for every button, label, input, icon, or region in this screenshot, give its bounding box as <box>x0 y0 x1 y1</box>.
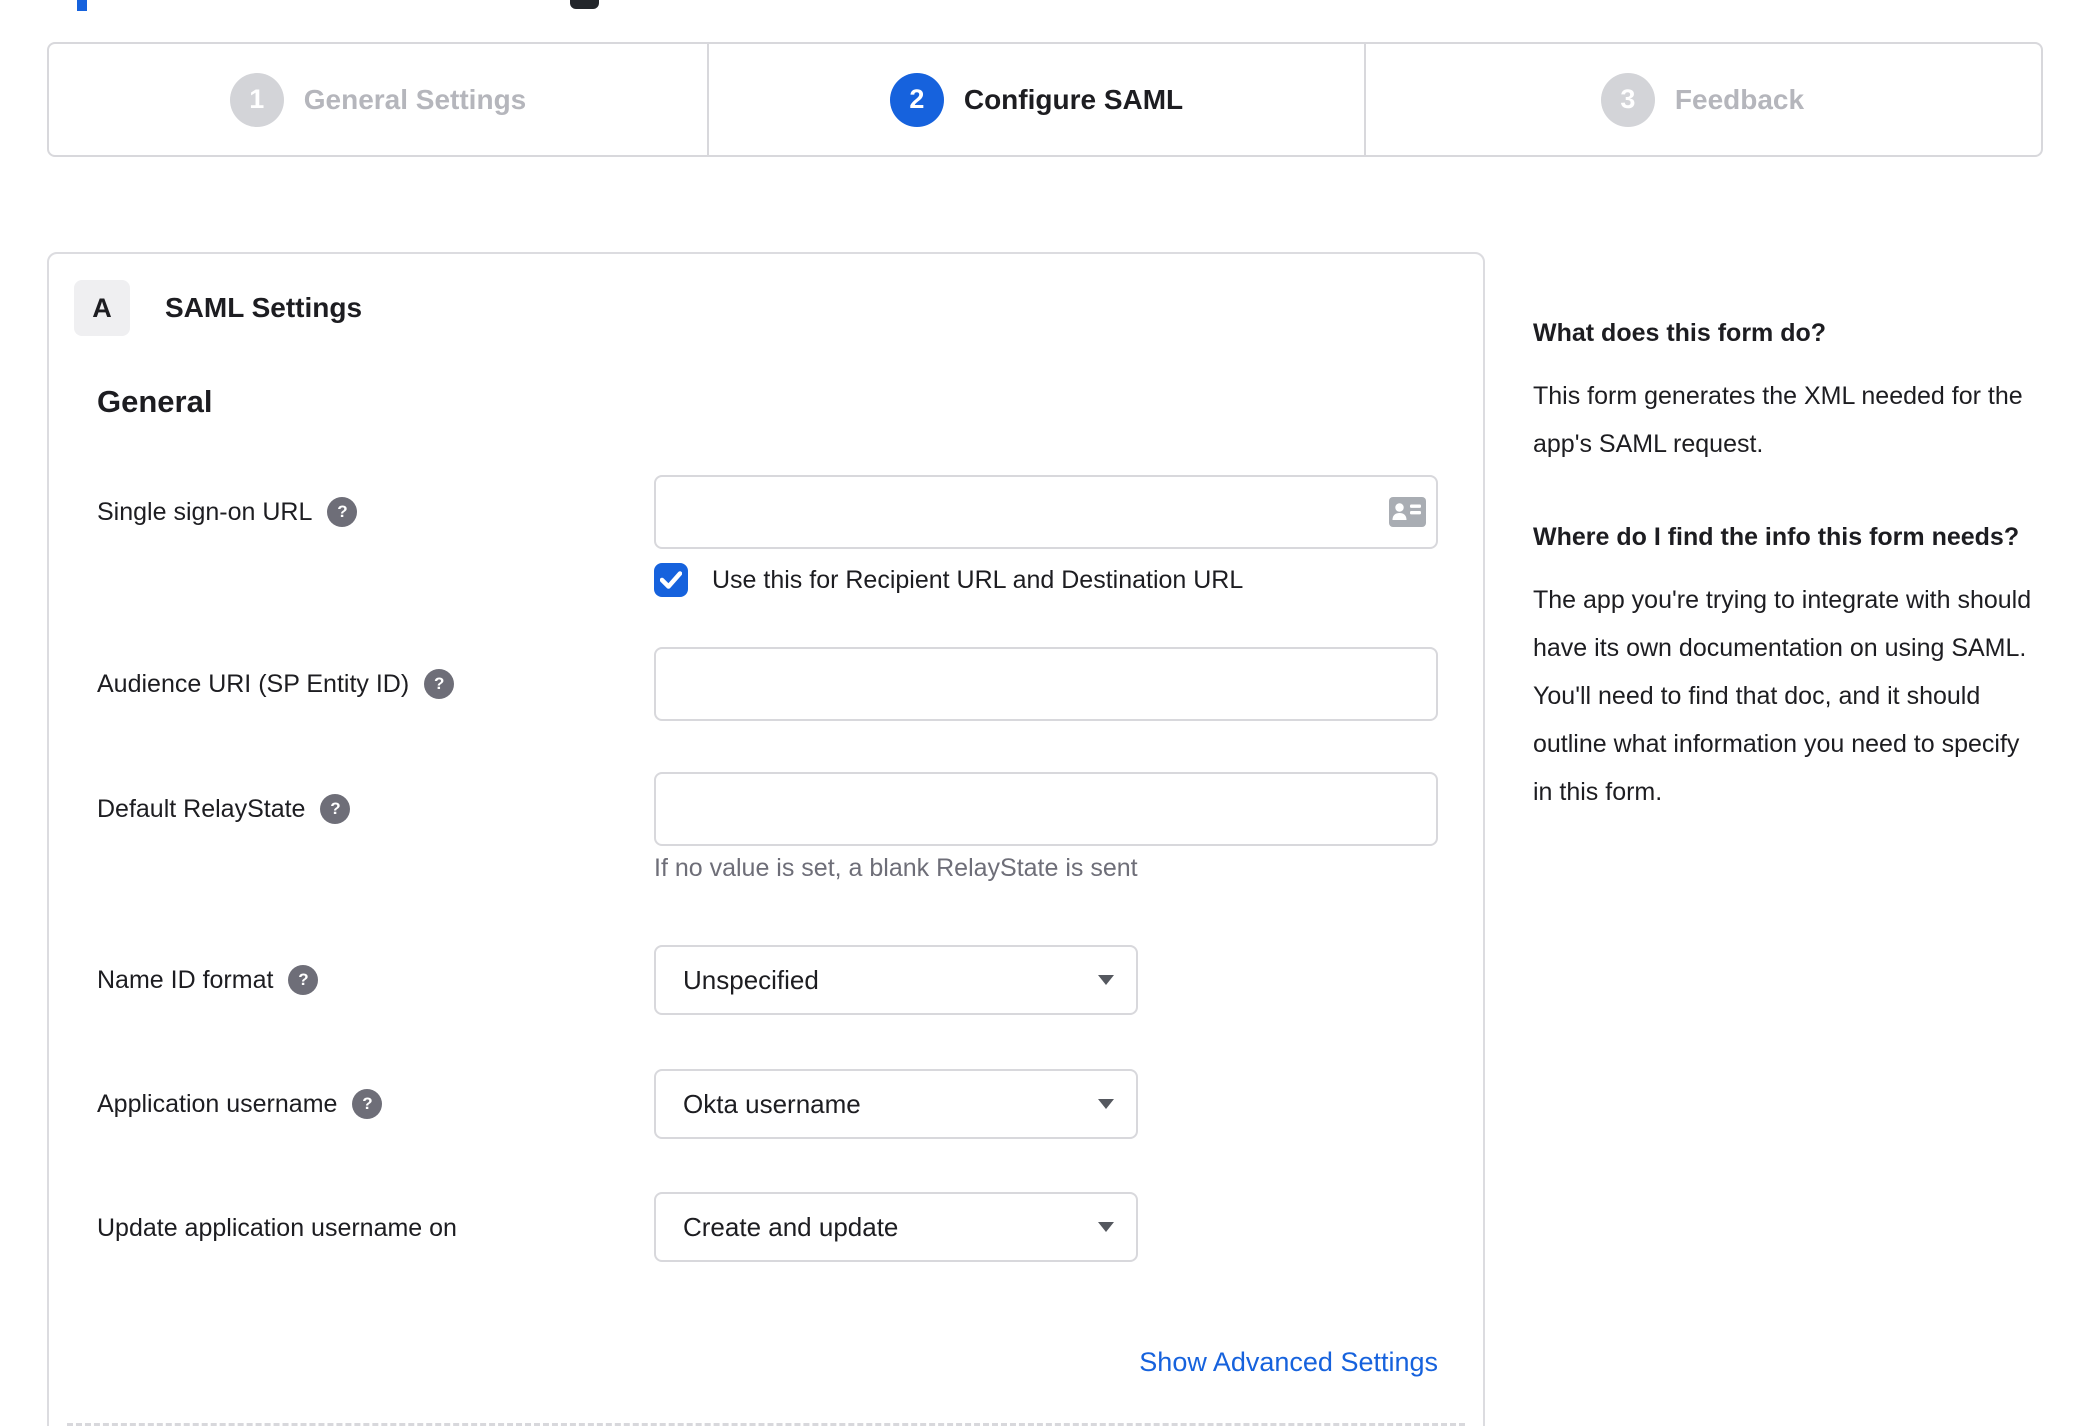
application-username-value: Okta username <box>683 1088 861 1119</box>
step-general-settings[interactable]: 1 General Settings <box>49 44 707 155</box>
name-id-format-value: Unspecified <box>683 964 819 995</box>
update-username-on-value: Create and update <box>683 1211 899 1242</box>
help-body-2: The app you're trying to integrate with … <box>1533 586 2032 806</box>
relaystate-helper-text: If no value is set, a blank RelayState i… <box>654 854 1138 882</box>
step-feedback[interactable]: 3 Feedback <box>1364 44 2039 155</box>
audience-uri-label-text: Audience URI (SP Entity ID) <box>97 669 410 698</box>
default-relaystate-help-icon[interactable]: ? <box>320 794 351 824</box>
application-username-help-icon[interactable]: ? <box>352 1089 383 1119</box>
checkmark-icon <box>660 571 682 589</box>
recipient-url-checkbox-row: Use this for Recipient URL and Destinati… <box>49 563 1483 597</box>
recipient-url-checkbox-label: Use this for Recipient URL and Destinati… <box>712 565 1244 594</box>
section-a-badge: A <box>74 280 130 336</box>
step-3-number-badge: 3 <box>1600 72 1655 127</box>
name-id-format-row: Name ID format ? Unspecified <box>49 945 1483 1015</box>
step-2-label: Configure SAML <box>963 83 1184 115</box>
sso-url-help-icon[interactable]: ? <box>327 497 358 527</box>
step-3-label: Feedback <box>1674 83 1805 115</box>
chevron-down-icon <box>1098 1099 1114 1109</box>
cut-off-blue-header-fragment <box>77 0 87 11</box>
use-for-recipient-url-checkbox[interactable] <box>654 563 688 597</box>
update-username-on-row: Update application username on Create an… <box>49 1192 1483 1264</box>
sso-url-label: Single sign-on URL ? <box>97 475 358 549</box>
audience-uri-row: Audience URI (SP Entity ID) ? <box>49 647 1483 721</box>
step-2-number-badge: 2 <box>889 72 944 127</box>
name-id-format-select[interactable]: Unspecified <box>654 945 1138 1015</box>
audience-uri-label: Audience URI (SP Entity ID) ? <box>97 647 455 721</box>
sso-url-label-text: Single sign-on URL <box>97 497 313 526</box>
chevron-down-icon <box>1098 1222 1114 1232</box>
contact-card-icon <box>1389 497 1426 527</box>
sso-url-row: Single sign-on URL ? <box>49 475 1483 549</box>
help-body-1: This form generates the XML needed for t… <box>1533 382 2023 458</box>
update-username-on-label-text: Update application username on <box>97 1213 457 1242</box>
name-id-format-help-icon[interactable]: ? <box>288 965 319 995</box>
name-id-format-label: Name ID format ? <box>97 945 319 1015</box>
section-title: SAML Settings <box>165 292 363 323</box>
default-relaystate-input[interactable] <box>654 772 1438 846</box>
audience-uri-input[interactable] <box>654 647 1438 721</box>
application-username-select[interactable]: Okta username <box>654 1069 1138 1139</box>
chevron-down-icon <box>1098 975 1114 985</box>
saml-settings-panel: A SAML Settings General Single sign-on U… <box>47 252 1485 1426</box>
step-1-number-badge: 1 <box>229 72 284 127</box>
application-username-row: Application username ? Okta username <box>49 1069 1483 1139</box>
help-heading-1: What does this form do? <box>1533 319 1827 347</box>
cut-off-dark-header-fragment <box>570 0 599 9</box>
general-group-title: General <box>97 384 213 419</box>
default-relaystate-row: Default RelayState ? <box>49 772 1483 846</box>
step-configure-saml[interactable]: 2 Configure SAML <box>707 44 1364 155</box>
help-sidebar: What does this form do? This form genera… <box>1533 310 2041 862</box>
update-username-on-select[interactable]: Create and update <box>654 1192 1138 1262</box>
configure-saml-screen: 1 General Settings 2 Configure SAML 3 Fe… <box>0 0 2092 1426</box>
audience-uri-help-icon[interactable]: ? <box>424 669 455 699</box>
default-relaystate-label-text: Default RelayState <box>97 794 306 823</box>
application-username-label: Application username ? <box>97 1069 383 1139</box>
sso-url-input[interactable] <box>654 475 1438 549</box>
application-username-label-text: Application username <box>97 1089 338 1118</box>
help-heading-2: Where do I find the info this form needs… <box>1533 523 2020 551</box>
show-advanced-settings-link[interactable]: Show Advanced Settings <box>654 1347 1438 1378</box>
step-1-label: General Settings <box>303 83 527 115</box>
wizard-stepper: 1 General Settings 2 Configure SAML 3 Fe… <box>47 42 2043 157</box>
default-relaystate-label: Default RelayState ? <box>97 772 351 846</box>
name-id-format-label-text: Name ID format <box>97 965 274 994</box>
update-username-on-label: Update application username on <box>97 1192 457 1264</box>
